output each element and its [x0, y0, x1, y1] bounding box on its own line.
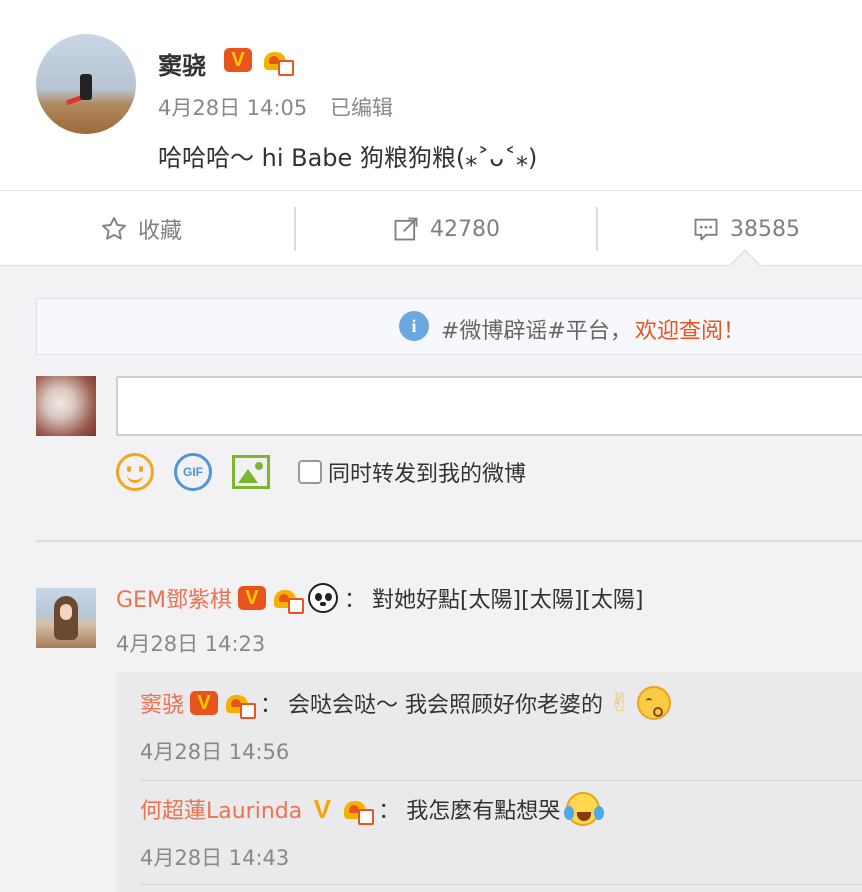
verified-v-icon[interactable]: V	[237, 586, 266, 610]
sync-repost-option[interactable]: 同时转发到我的微博	[298, 456, 526, 488]
reply-text: 会哒会哒～ 我会照顾好你老婆的	[288, 693, 604, 718]
reply-divider	[140, 780, 862, 781]
avatar-figure	[80, 74, 92, 100]
post-text: 哈哈哈～ hi Babe 狗粮狗粮(⁎˃ᴗ˂⁎)	[158, 144, 538, 172]
reply-divider	[140, 884, 862, 885]
edited-label[interactable]: 已编辑	[330, 92, 393, 122]
crying-laughing-emoji-icon	[564, 792, 601, 826]
action-divider	[294, 207, 296, 251]
vip-crown-icon[interactable]	[342, 795, 375, 825]
smiley-icon[interactable]	[116, 453, 154, 491]
comment-icon	[694, 218, 718, 241]
comment-text: 對她好點[太陽][太陽][太陽]	[371, 588, 644, 613]
reply-item: 何超蓮Laurinda V ： 我怎麼有點想哭	[140, 792, 601, 826]
weibo-post: 窦骁 V 4月28日 14:05 已编辑 哈哈哈～ hi Babe 狗粮狗粮(⁎…	[0, 0, 862, 190]
gif-icon[interactable]: GIF	[174, 453, 212, 491]
favorite-label: 收藏	[138, 219, 183, 244]
commenter-avatar[interactable]	[36, 588, 96, 648]
reply-user[interactable]: 窦骁	[140, 687, 184, 719]
sync-repost-label: 同时转发到我的微博	[328, 462, 527, 487]
reply-user[interactable]: 何超蓮Laurinda	[140, 793, 302, 825]
post-time[interactable]: 4月28日 14:05	[158, 92, 307, 122]
reply-time: 4月28日 14:43	[140, 846, 290, 870]
reply-time: 4月28日 14:56	[140, 740, 290, 764]
commenter-name[interactable]: GEM鄧紫棋	[116, 582, 232, 614]
comment-colon: ：	[343, 588, 366, 613]
share-icon	[394, 217, 418, 241]
comment-count: 38585	[730, 216, 800, 242]
comment-line: GEM鄧紫棋 V ： 對她好點[太陽][太陽][太陽]	[116, 582, 643, 614]
vip-crown-icon[interactable]	[272, 584, 304, 614]
image-icon[interactable]	[232, 455, 270, 489]
verified-v-icon[interactable]: V	[190, 691, 219, 715]
reply-colon: ：	[378, 799, 401, 824]
reply-item: 窦骁 V ： 会哒会哒～ 我会照顾好你老婆的 ✌	[140, 686, 671, 720]
victory-hand-icon: ✌	[609, 688, 631, 718]
author-name[interactable]: 窦骁	[158, 46, 206, 81]
info-icon: i	[399, 311, 429, 341]
action-divider	[596, 207, 598, 251]
comment-input[interactable]	[116, 376, 862, 436]
sync-repost-checkbox[interactable]	[298, 460, 322, 484]
reply-colon: ：	[260, 693, 283, 718]
my-avatar[interactable]	[36, 376, 96, 436]
composer-tools: GIF 同时转发到我的微博	[116, 452, 526, 492]
avatar-face	[60, 604, 72, 620]
verified-v-icon[interactable]: V	[224, 48, 252, 72]
vip-crown-icon[interactable]	[224, 689, 257, 719]
verified-v-gold-icon[interactable]: V	[308, 796, 336, 822]
vip-crown-icon[interactable]	[262, 46, 294, 76]
panda-badge-icon[interactable]	[307, 583, 338, 613]
action-bar: 收藏 42780 38585	[0, 190, 862, 266]
repost-button[interactable]: 42780	[392, 191, 500, 267]
rumor-notice: i #微博辟谣#平台， 欢迎查阅！	[36, 298, 862, 355]
notice-tag[interactable]: #微博辟谣#平台，	[441, 313, 632, 345]
author-badges: V	[224, 46, 294, 76]
repost-count: 42780	[430, 216, 500, 242]
star-icon	[101, 216, 127, 240]
section-divider	[36, 540, 862, 542]
kiss-emoji-icon	[636, 686, 671, 720]
reply-text: 我怎麼有點想哭	[406, 799, 561, 824]
notice-link[interactable]: 欢迎查阅！	[635, 313, 745, 345]
favorite-button[interactable]: 收藏	[100, 191, 182, 267]
comment-time: 4月28日 14:23	[116, 632, 266, 656]
reply-list: 窦骁 V ： 会哒会哒～ 我会照顾好你老婆的 ✌ 4月28日 14:56 何超蓮…	[116, 672, 862, 892]
author-avatar[interactable]	[36, 34, 136, 134]
